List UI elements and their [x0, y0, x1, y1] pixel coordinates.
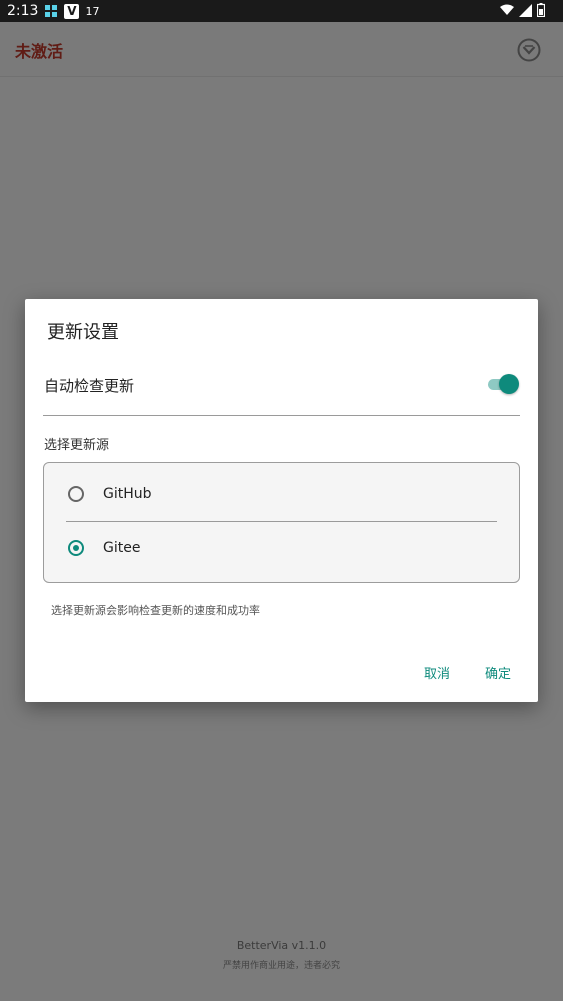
status-bar: 2:13 V 17 — [0, 0, 563, 22]
radio-option-github[interactable]: GitHub — [44, 471, 519, 521]
v-icon: V — [64, 3, 80, 19]
wifi-icon — [500, 4, 514, 20]
auto-check-label: 自动检查更新 — [44, 377, 135, 395]
auto-check-switch[interactable] — [486, 374, 520, 394]
radio-dot — [73, 545, 79, 551]
radio-label: GitHub — [103, 486, 152, 502]
radio-label: Gitee — [103, 540, 141, 556]
update-settings-dialog: 更新设置 自动检查更新 选择更新源 GitHub Gitee 选择更新源会影响检… — [25, 299, 538, 702]
app-icon — [44, 4, 58, 18]
signal-icon — [519, 3, 532, 21]
battery-icon — [536, 3, 546, 21]
confirm-button[interactable]: 确定 — [485, 663, 511, 682]
cancel-button[interactable]: 取消 — [424, 663, 450, 682]
radio-unchecked-icon[interactable] — [68, 486, 84, 502]
divider — [43, 415, 520, 416]
dialog-title: 更新设置 — [47, 322, 119, 343]
radio-option-gitee[interactable]: Gitee — [44, 525, 519, 575]
switch-thumb — [499, 374, 519, 394]
status-time: 2:13 — [7, 3, 39, 19]
divider — [66, 521, 497, 522]
helper-text: 选择更新源会影响检查更新的速度和成功率 — [51, 604, 260, 617]
update-source-group: GitHub Gitee — [43, 462, 520, 583]
status-temp: 17 — [85, 4, 100, 18]
update-source-label: 选择更新源 — [44, 438, 110, 453]
radio-checked-icon[interactable] — [68, 540, 84, 556]
